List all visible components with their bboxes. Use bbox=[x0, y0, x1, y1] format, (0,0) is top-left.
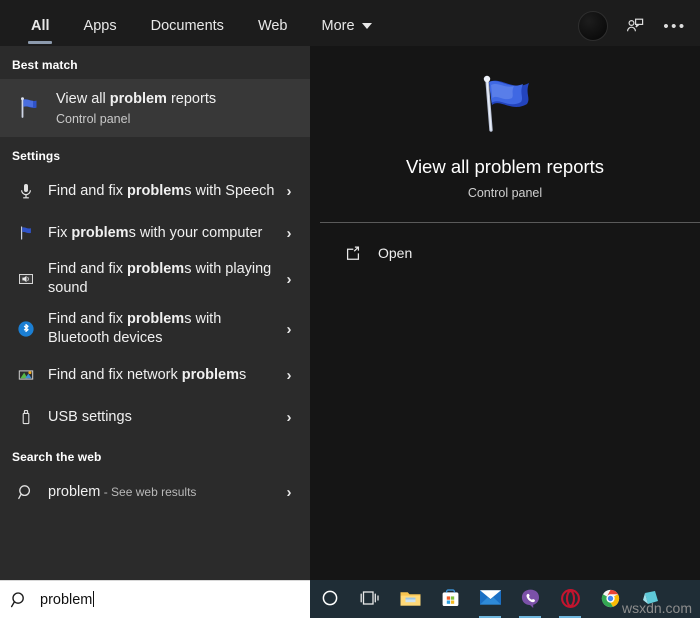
bluetooth-icon bbox=[12, 315, 40, 343]
best-match-title: View all problem reports bbox=[56, 90, 300, 109]
web-result-query: problem bbox=[48, 484, 101, 500]
account-avatar[interactable] bbox=[578, 11, 608, 41]
best-match-heading: Best match bbox=[12, 58, 78, 72]
network-icon bbox=[12, 361, 40, 389]
settings-item-playing-sound[interactable]: Find and fix problems with playing sound… bbox=[0, 254, 310, 304]
microphone-icon bbox=[12, 177, 40, 205]
settings-item-label: Find and fix problems with Bluetooth dev… bbox=[48, 310, 278, 348]
label-highlight: problem bbox=[71, 224, 129, 241]
tab-web-label: Web bbox=[257, 18, 288, 34]
chevron-right-icon: › bbox=[286, 366, 292, 384]
label-highlight: problem bbox=[127, 261, 185, 277]
chevron-right-icon: › bbox=[286, 483, 292, 501]
label-post: s with Speech bbox=[184, 182, 275, 199]
viber-icon[interactable] bbox=[510, 580, 550, 618]
search-web-heading: Search the web bbox=[12, 450, 102, 464]
preview-divider bbox=[320, 222, 700, 223]
bottom-bar: problem wsxdn.com bbox=[0, 580, 700, 618]
web-result-label: problem - See web results bbox=[48, 483, 278, 501]
blue-flag-icon bbox=[12, 219, 40, 247]
file-explorer-icon[interactable] bbox=[390, 580, 430, 618]
tab-active-underline bbox=[28, 41, 53, 44]
web-result-suffix: - See web results bbox=[100, 485, 197, 499]
preview-pane: View all problem reports Control panel O… bbox=[310, 46, 700, 580]
preview-subtitle: Control panel bbox=[467, 186, 543, 200]
ellipsis-icon[interactable]: ••• bbox=[662, 13, 688, 39]
windows-search-overlay: All Apps Documents Web More ••• Best mat… bbox=[0, 0, 700, 618]
tab-more-label: More bbox=[321, 18, 355, 34]
tab-documents-label: Documents bbox=[150, 18, 224, 34]
preview-action-label: Open bbox=[378, 245, 413, 261]
settings-item-label: USB settings bbox=[48, 408, 278, 427]
open-external-icon bbox=[342, 242, 364, 264]
best-match-title-pre: View all bbox=[56, 90, 110, 107]
label-pre: USB settings bbox=[48, 408, 132, 425]
label-highlight: problem bbox=[127, 311, 185, 327]
label-pre: Find and fix network bbox=[48, 366, 182, 383]
task-view-icon[interactable] bbox=[350, 580, 390, 618]
tab-all[interactable]: All bbox=[14, 6, 67, 46]
label-post: s bbox=[239, 366, 247, 383]
settings-item-label: Find and fix problems with Speech bbox=[48, 182, 278, 201]
chrome-icon[interactable] bbox=[590, 580, 630, 618]
preview-action-open[interactable]: Open bbox=[310, 232, 700, 274]
settings-item-label: Find and fix network problems bbox=[48, 366, 278, 385]
settings-item-network[interactable]: Find and fix network problems › bbox=[0, 354, 310, 396]
label-pre: Find and fix bbox=[48, 311, 127, 327]
settings-item-speech[interactable]: Find and fix problems with Speech › bbox=[0, 170, 310, 212]
label-pre: Find and fix bbox=[48, 182, 127, 199]
header-actions: ••• bbox=[578, 11, 700, 41]
label-highlight: problem bbox=[127, 182, 185, 199]
settings-item-usb[interactable]: USB settings › bbox=[0, 396, 310, 438]
search-icon bbox=[10, 590, 30, 610]
chevron-right-icon: › bbox=[286, 182, 292, 200]
mail-icon[interactable] bbox=[470, 580, 510, 618]
blue-flag-icon bbox=[12, 91, 46, 125]
microsoft-store-icon[interactable] bbox=[430, 580, 470, 618]
label-post: s with your computer bbox=[128, 224, 263, 241]
settings-item-computer[interactable]: Fix problems with your computer › bbox=[0, 212, 310, 254]
tab-apps[interactable]: Apps bbox=[67, 6, 134, 46]
chevron-down-icon bbox=[361, 23, 372, 29]
settings-item-label: Fix problems with your computer bbox=[48, 224, 278, 243]
chevron-right-icon: › bbox=[286, 224, 292, 242]
tab-all-label: All bbox=[31, 18, 50, 34]
chevron-right-icon: › bbox=[286, 408, 292, 426]
label-pre: Fix bbox=[48, 224, 72, 241]
result-item-best-match[interactable]: View all problem reports Control panel bbox=[0, 79, 310, 137]
preview-title: View all problem reports bbox=[405, 156, 605, 177]
tab-documents[interactable]: Documents bbox=[134, 6, 241, 46]
search-input[interactable]: problem bbox=[0, 580, 310, 618]
blue-flag-icon bbox=[467, 72, 543, 140]
label-highlight: problem bbox=[181, 366, 239, 383]
settings-item-label: Find and fix problems with playing sound bbox=[48, 260, 278, 298]
search-icon bbox=[12, 478, 40, 506]
cortana-icon[interactable] bbox=[310, 580, 350, 618]
taskbar: wsxdn.com bbox=[310, 580, 700, 618]
best-match-title-highlight: problem bbox=[109, 90, 167, 107]
tab-web[interactable]: Web bbox=[241, 6, 305, 46]
opera-icon[interactable] bbox=[550, 580, 590, 618]
tab-list: All Apps Documents Web More bbox=[0, 6, 389, 46]
best-match-subtitle: Control panel bbox=[56, 111, 131, 126]
web-result-item[interactable]: problem - See web results › bbox=[0, 471, 310, 513]
tab-apps-label: Apps bbox=[83, 18, 117, 34]
feedback-person-icon[interactable] bbox=[622, 13, 648, 39]
best-match-title-post: reports bbox=[166, 90, 217, 107]
search-tab-bar: All Apps Documents Web More ••• bbox=[0, 6, 700, 46]
results-pane: Best match View all problem reports Cont… bbox=[0, 46, 310, 580]
search-input-value: problem bbox=[40, 592, 93, 608]
text-caret bbox=[93, 591, 95, 607]
usb-drive-icon bbox=[12, 403, 40, 431]
speaker-icon bbox=[12, 265, 40, 293]
settings-item-bluetooth[interactable]: Find and fix problems with Bluetooth dev… bbox=[0, 304, 310, 354]
teal-app-icon[interactable] bbox=[630, 580, 670, 618]
label-pre: Find and fix bbox=[48, 261, 127, 277]
settings-heading: Settings bbox=[12, 149, 61, 163]
chevron-right-icon: › bbox=[286, 270, 292, 288]
chevron-right-icon: › bbox=[286, 320, 292, 338]
tab-more[interactable]: More bbox=[305, 6, 389, 46]
